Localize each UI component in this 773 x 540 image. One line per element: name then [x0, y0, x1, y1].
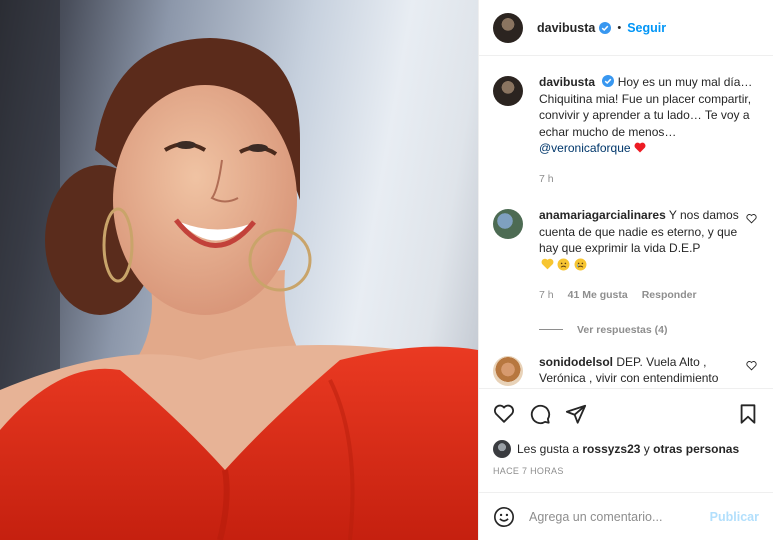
caption-username[interactable]: davibusta [539, 75, 595, 89]
follow-button[interactable]: Seguir [627, 21, 666, 35]
heart-icon[interactable] [493, 403, 515, 425]
caption: davibusta Hoy es un muy mal día… Chiquit… [493, 74, 759, 187]
caption-avatar[interactable] [493, 76, 523, 106]
caption-meta: 7 h [539, 171, 759, 188]
caption-time: 7 h [539, 172, 554, 185]
comment-username[interactable]: sonidodelsol [539, 355, 613, 369]
comments-list[interactable]: davibusta Hoy es un muy mal día… Chiquit… [479, 56, 773, 388]
sad-face-icon [557, 258, 570, 270]
crying-face-icon [574, 258, 587, 270]
comment-like-icon[interactable] [746, 213, 757, 224]
publish-button[interactable]: Publicar [710, 510, 759, 524]
author-avatar[interactable] [493, 12, 523, 43]
likes-and: y [643, 442, 650, 456]
emoji-icon[interactable] [493, 506, 515, 528]
share-icon[interactable] [565, 403, 587, 425]
portrait-illustration [0, 0, 478, 540]
post-photo[interactable] [0, 0, 478, 540]
verified-icon [599, 21, 612, 34]
caption-mention[interactable]: @veronicaforque [539, 141, 631, 155]
yellow-heart-icon [541, 258, 554, 269]
likes-others[interactable]: otras personas [653, 442, 739, 456]
post-header: davibusta • Seguir [479, 0, 773, 56]
view-replies-label: Ver respuestas (4) [577, 323, 668, 336]
author-username[interactable]: davibusta [537, 21, 595, 35]
post-details-panel: davibusta • Seguir davibusta Hoy es un m… [478, 0, 773, 540]
likes-prefix: Les gusta a [517, 442, 580, 456]
comment-username[interactable]: anamariagarcialinares [539, 208, 666, 222]
comment-item: sonidodelsol DEP. Vuela Alto , Verónica … [493, 354, 759, 387]
comment-composer: Publicar [479, 492, 773, 540]
verified-icon [602, 75, 615, 87]
reply-button[interactable]: Responder [642, 287, 697, 304]
liker-avatar[interactable] [493, 440, 511, 458]
comment-item: anamariagarcialinares Y nos damos cuenta… [493, 207, 759, 304]
comment-input[interactable] [529, 509, 710, 524]
replies-divider [539, 329, 563, 330]
comment-likes[interactable]: 41 Me gusta [568, 287, 628, 304]
red-heart-icon [634, 142, 646, 153]
action-bar [479, 388, 773, 438]
comment-time: 7 h [539, 289, 554, 301]
liker-username[interactable]: rossyzs23 [582, 442, 640, 456]
save-icon[interactable] [737, 403, 759, 425]
separator-dot: • [617, 21, 622, 34]
instagram-post: davibusta • Seguir davibusta Hoy es un m… [0, 0, 773, 540]
post-timestamp[interactable]: HACE 7 HORAS [479, 460, 773, 482]
view-replies-button[interactable]: Ver respuestas (4) [539, 324, 759, 336]
commenter-avatar[interactable] [493, 355, 523, 386]
comment-emojis [541, 257, 587, 274]
comment-like-icon[interactable] [746, 360, 757, 371]
likes-summary: Les gusta a rossyzs23 y otras personas [479, 438, 773, 460]
comment-meta: 7 h 41 Me gusta Responder [539, 287, 741, 304]
comment-icon[interactable] [529, 403, 551, 425]
commenter-avatar[interactable] [493, 209, 523, 239]
